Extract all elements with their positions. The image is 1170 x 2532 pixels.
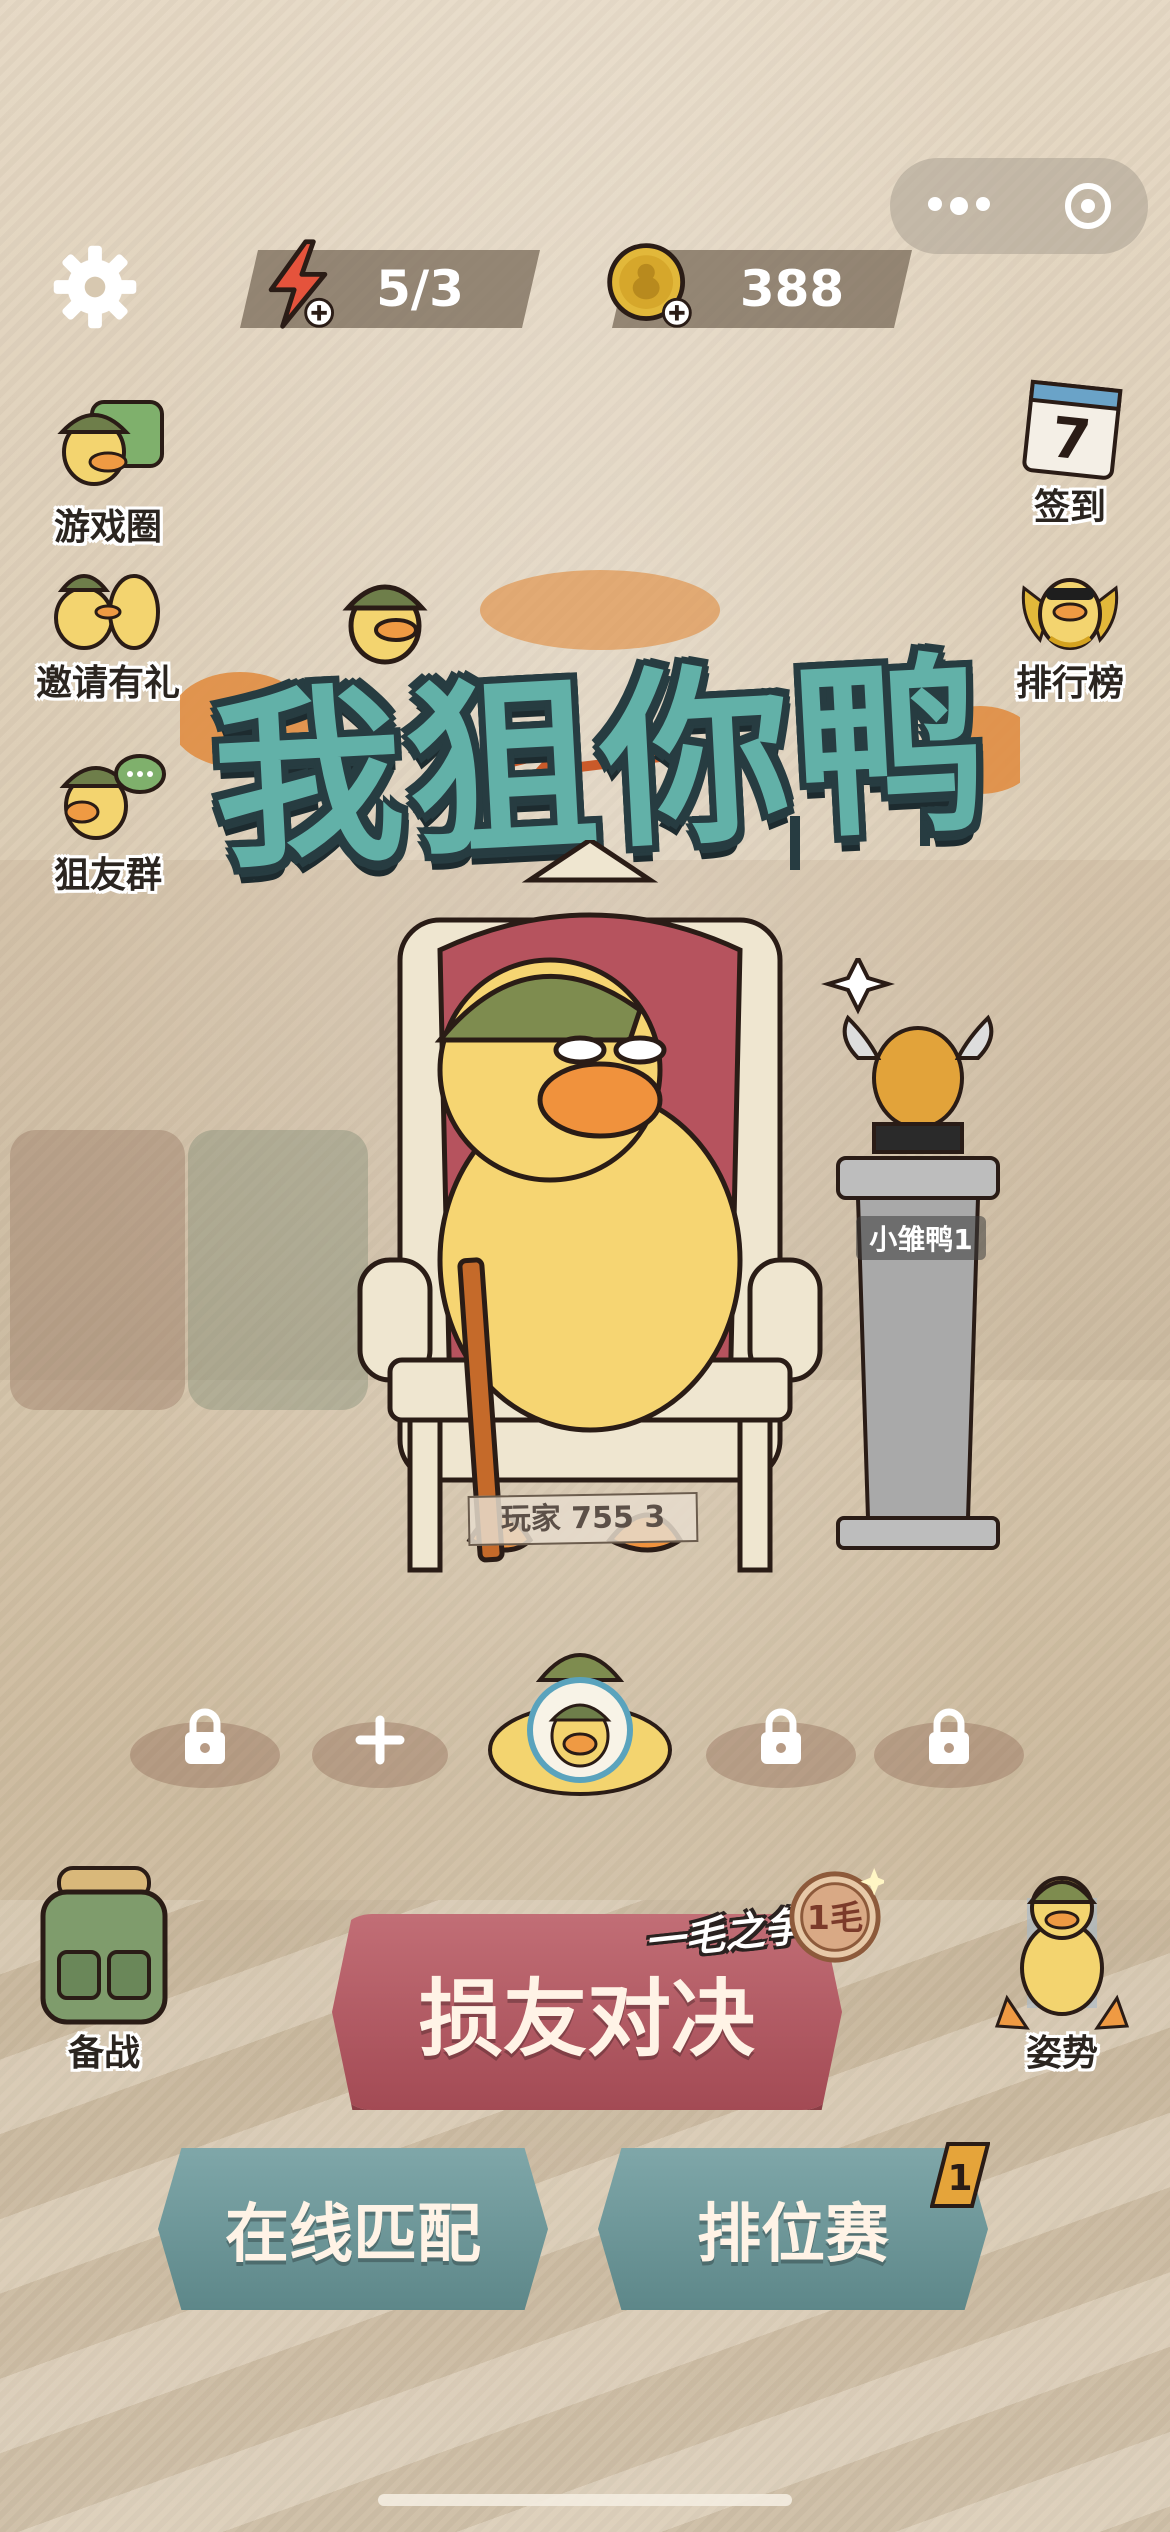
one-mao-coin-icon: 1毛 (789, 1868, 884, 1963)
pose-entry[interactable]: 姿势 (972, 1858, 1152, 2076)
energy-lightning-icon[interactable] (250, 236, 346, 332)
duck-helmet-icon (57, 400, 164, 486)
barrel (10, 1130, 185, 1410)
prepare-label: 备战 (67, 2033, 140, 2074)
checkin-entry[interactable]: 7 签到 (980, 372, 1160, 530)
home-indicator (378, 2494, 792, 2506)
ranked-label: 排位赛 (697, 2198, 889, 2272)
locked-slot[interactable] (874, 1708, 1024, 1788)
coin-badge-text: 1毛 (807, 1898, 864, 1937)
backpack-icon (40, 1866, 168, 2025)
coin-icon[interactable] (602, 236, 698, 332)
friend-group-label: 狙友群 (53, 855, 162, 896)
online-match-button[interactable]: 在线匹配 (158, 2148, 548, 2310)
two-ducks-icon (54, 574, 160, 650)
plus-icon (355, 1715, 405, 1765)
player-avatar[interactable] (480, 1620, 680, 1800)
invite-label: 邀请有礼 (35, 663, 180, 704)
locked-slot[interactable] (130, 1708, 280, 1788)
pedestal-label: 小雏鸭1 (856, 1216, 986, 1260)
prepare-entry[interactable]: 备战 (14, 1862, 194, 2076)
calendar-day: 7 (1048, 405, 1094, 474)
rank-badge-icon: 1 (930, 2142, 990, 2208)
lock-icon (185, 1708, 225, 1764)
game-logo: 我狙你鸭 (180, 520, 1020, 895)
invite-entry[interactable]: 邀请有礼 (18, 548, 198, 706)
add-slot[interactable] (312, 1715, 448, 1788)
pose-label: 姿势 (1025, 2033, 1098, 2074)
online-match-label: 在线匹配 (225, 2198, 481, 2272)
cool-duck-icon (1021, 578, 1119, 650)
duck-chat-icon (59, 754, 166, 840)
friend-battle-label: 损友对决 (418, 1969, 755, 2068)
calendar-icon: 7 (1022, 379, 1123, 480)
lock-icon (929, 1708, 969, 1764)
lock-icon (761, 1708, 801, 1764)
close-target-icon[interactable] (1064, 183, 1111, 229)
more-icon[interactable] (927, 197, 990, 215)
rank-badge-text: 1 (947, 2158, 972, 2199)
throne-duck-illustration (357, 840, 823, 1573)
gear-icon[interactable] (52, 244, 138, 330)
mini-program-capsule (890, 158, 1148, 254)
player-name-plate: 玩家 755 3 (467, 1491, 699, 1547)
game-circle-entry[interactable]: 游戏圈 (18, 392, 198, 550)
locked-slot[interactable] (706, 1708, 856, 1788)
friend-group-entry[interactable]: 狙友群 (18, 740, 198, 898)
pose-duck-icon (994, 1876, 1130, 2030)
game-circle-label: 游戏圈 (53, 507, 162, 548)
